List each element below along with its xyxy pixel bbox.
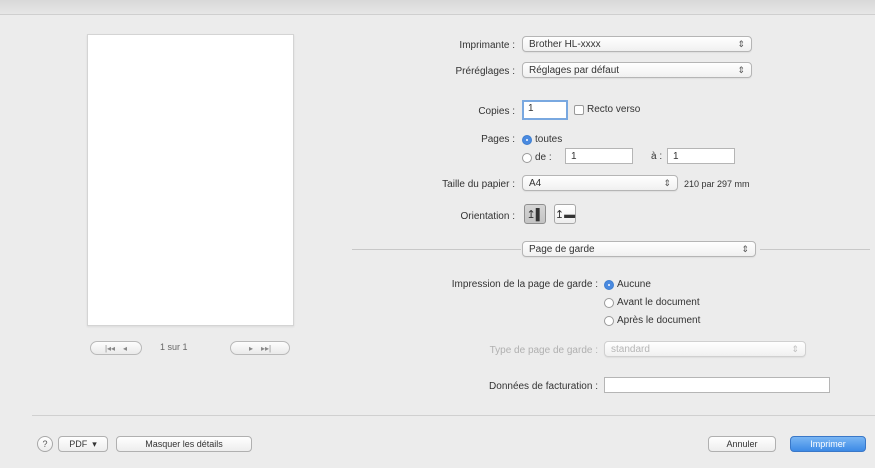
presets-value: Réglages par défaut <box>529 65 620 76</box>
section-popup[interactable]: Page de garde ⇕ <box>522 241 756 257</box>
pages-range-radio[interactable] <box>522 152 532 163</box>
section-divider-left <box>352 249 521 250</box>
print-button[interactable]: Imprimer <box>790 436 866 452</box>
cover-none-label: Aucune <box>617 279 651 290</box>
copies-label: Copies : <box>478 106 515 117</box>
preview-first-prev-buttons[interactable]: |◂◂ ◂ <box>90 341 142 355</box>
section-divider-right <box>760 249 870 250</box>
cover-type-label: Type de page de garde : <box>489 345 598 356</box>
cover-before-label: Avant le document <box>617 297 700 308</box>
last-page-icon[interactable]: ▸▸| <box>261 344 271 353</box>
window-top-bar <box>0 0 875 15</box>
cover-before-radio[interactable] <box>604 297 614 308</box>
copies-field[interactable]: 1 <box>522 100 568 120</box>
pdf-label: PDF <box>69 439 88 449</box>
printer-popup[interactable]: Brother HL-xxxx ⇕ <box>522 36 752 52</box>
popup-arrows-icon: ⇕ <box>737 39 745 49</box>
pages-all-option[interactable]: toutes <box>522 134 562 145</box>
paper-size-popup[interactable]: A4 ⇕ <box>522 175 678 191</box>
printer-value: Brother HL-xxxx <box>529 39 601 50</box>
orientation-label: Orientation : <box>460 211 515 222</box>
page-preview <box>87 34 294 326</box>
cover-type-value: standard <box>611 344 650 355</box>
cover-before-option[interactable]: Avant le document <box>604 297 700 308</box>
paper-size-value: A4 <box>529 178 542 189</box>
help-button[interactable]: ? <box>37 436 53 452</box>
cover-after-option[interactable]: Après le document <box>604 315 700 326</box>
popup-arrows-icon: ⇕ <box>663 178 671 188</box>
landscape-orientation-icon: ↥▬ <box>554 208 576 221</box>
cover-after-label: Après le document <box>617 315 701 326</box>
footer-divider <box>32 415 875 416</box>
chevron-down-icon: ▾ <box>92 438 97 449</box>
billing-field[interactable] <box>604 377 830 393</box>
cancel-button[interactable]: Annuler <box>708 436 776 452</box>
paper-size-label: Taille du papier : <box>442 179 515 190</box>
presets-popup[interactable]: Réglages par défaut ⇕ <box>522 62 752 78</box>
pages-range-option[interactable]: de : <box>522 152 552 163</box>
portrait-orientation-icon: ↥▌ <box>526 208 544 221</box>
cover-after-radio[interactable] <box>604 315 614 326</box>
section-value: Page de garde <box>529 244 595 255</box>
popup-arrows-icon: ⇕ <box>791 344 799 354</box>
pages-to-label: à : <box>651 151 663 162</box>
duplex-checkbox[interactable] <box>574 104 584 115</box>
portrait-orientation-button[interactable]: ↥▌ <box>524 204 546 224</box>
pages-from-label: de : <box>535 152 552 163</box>
pdf-menu-button[interactable]: PDF ▾ <box>58 436 108 452</box>
paper-dimensions: 210 par 297 mm <box>684 179 750 189</box>
pages-to-field[interactable]: 1 <box>667 148 735 164</box>
preview-next-last-buttons[interactable]: ▸ ▸▸| <box>230 341 290 355</box>
pages-label: Pages : <box>481 134 515 145</box>
landscape-orientation-button[interactable]: ↥▬ <box>554 204 576 224</box>
billing-label: Données de facturation : <box>489 381 598 392</box>
popup-arrows-icon: ⇕ <box>741 244 749 254</box>
cover-page-label: Impression de la page de garde : <box>451 279 598 290</box>
printer-label: Imprimante : <box>459 40 515 51</box>
duplex-label: Recto verso <box>587 104 641 115</box>
first-page-icon[interactable]: |◂◂ <box>105 344 115 353</box>
cover-type-popup: standard ⇕ <box>604 341 806 357</box>
pages-all-label: toutes <box>535 134 563 145</box>
hide-details-button[interactable]: Masquer les détails <box>116 436 252 452</box>
cover-none-radio[interactable] <box>604 279 614 290</box>
preview-page-indicator: 1 sur 1 <box>160 342 188 352</box>
cover-none-option[interactable]: Aucune <box>604 279 651 290</box>
duplex-option[interactable]: Recto verso <box>574 104 640 115</box>
prev-page-icon[interactable]: ◂ <box>123 344 127 353</box>
next-page-icon[interactable]: ▸ <box>249 344 253 353</box>
pages-from-field[interactable]: 1 <box>565 148 633 164</box>
presets-label: Préréglages : <box>455 66 515 77</box>
popup-arrows-icon: ⇕ <box>737 65 745 75</box>
pages-all-radio[interactable] <box>522 134 532 145</box>
help-icon: ? <box>42 439 48 449</box>
